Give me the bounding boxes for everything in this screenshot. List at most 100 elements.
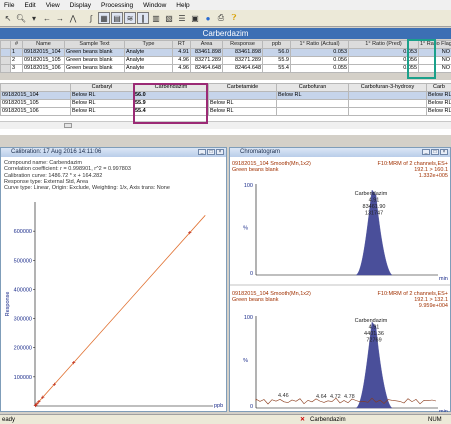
- summary-horizontal-scrollbar[interactable]: [0, 121, 451, 129]
- maximize-icon[interactable]: □: [431, 149, 439, 155]
- peak-label: 4401.36: [364, 331, 384, 337]
- menu-edit[interactable]: Edit: [24, 2, 35, 9]
- cell-type: Analyte: [124, 64, 173, 73]
- cell-index: 3: [10, 64, 23, 73]
- table-row[interactable]: 3 09182015_106 Green beans blank Analyte…: [0, 64, 451, 73]
- table-row[interactable]: 2 09182015_105 Green beans blank Analyte…: [0, 56, 451, 65]
- scrollbar-thumb[interactable]: [64, 123, 72, 128]
- menu-display[interactable]: Display: [70, 2, 91, 9]
- summary-header-carbofuran[interactable]: Carbofuran: [276, 83, 349, 92]
- peak-icon[interactable]: ⋀: [67, 12, 79, 24]
- back-icon[interactable]: ←: [41, 12, 53, 24]
- spectrum-icon[interactable]: ∥: [137, 12, 149, 24]
- close-icon[interactable]: ×: [216, 149, 224, 155]
- summary-row[interactable]: 09182015_104 Below RL 56.0 Below RL Belo…: [0, 91, 451, 100]
- x-axis-unit: ppb: [214, 403, 223, 409]
- column-header-area[interactable]: Area: [190, 40, 223, 49]
- summary-header-carbaryl[interactable]: Carbaryl: [70, 83, 134, 92]
- grid-icon[interactable]: ▦: [98, 12, 110, 24]
- peak-label: 72769: [366, 338, 381, 344]
- y-axis-label: Response: [5, 292, 11, 317]
- peak-label: Carbendazim: [355, 191, 388, 197]
- menu-file[interactable]: File: [4, 2, 14, 9]
- summary-row[interactable]: 09182015_105 Below RL 55.9 Below RL Belo…: [0, 99, 451, 108]
- overlay-icon[interactable]: ▧: [163, 12, 175, 24]
- cell-index: 2: [10, 56, 23, 65]
- close-icon[interactable]: ×: [440, 149, 448, 155]
- summary-cell-sample: 09182015_105: [0, 99, 71, 108]
- maximize-icon[interactable]: □: [207, 149, 215, 155]
- dropdown-icon[interactable]: ▾: [28, 12, 40, 24]
- ratio-flag-highlight: [407, 39, 436, 79]
- row-header[interactable]: [0, 56, 11, 65]
- column-header-ratio-actual[interactable]: 1° Ratio (Actual): [290, 40, 349, 49]
- summary-cell: [208, 91, 277, 100]
- cell-response: 82464.648: [222, 64, 263, 73]
- y-tick-label: 300000: [14, 317, 32, 323]
- column-header-response[interactable]: Response: [222, 40, 263, 49]
- row-header[interactable]: [0, 48, 11, 57]
- chromatogram-icon[interactable]: ≋: [124, 12, 136, 24]
- summary-cell: Below RL: [426, 99, 451, 108]
- calibration-window: Calibration: 17 Aug 2016 14:11:06 _ □ × …: [0, 147, 227, 412]
- status-error-icon: ✕: [300, 417, 306, 423]
- status-num: NUM: [428, 417, 442, 423]
- calibration-title: Calibration: 17 Aug 2016 14:11:06: [11, 149, 102, 155]
- chromatogram-plots[interactable]: 09182015_104 Smooth(Mn,1x2)Green beans b…: [230, 158, 450, 412]
- chromatogram-trace-2: 09182015_104 Smooth(Mn,1x2)Green beans b…: [230, 284, 450, 412]
- menu-help[interactable]: Help: [176, 2, 189, 9]
- select-icon[interactable]: ↖: [2, 12, 14, 24]
- summary-cell: Below RL: [70, 91, 134, 100]
- cell-name: 09182015_106: [22, 64, 65, 73]
- column-header-sample-text[interactable]: Sample Text: [64, 40, 125, 49]
- column-header-type[interactable]: Type: [124, 40, 173, 49]
- chromatogram-title: Chromatogram: [240, 149, 281, 155]
- column-header-rt[interactable]: RT: [172, 40, 191, 49]
- summary-cell: Below RL: [426, 107, 451, 116]
- layout-icon[interactable]: ▤: [111, 12, 123, 24]
- summary-cell: [348, 91, 427, 100]
- trace-channel-info: 1.332e+005: [419, 173, 448, 179]
- chromatogram-window: Chromatogram _ □ × 09182015_104 Smooth(M…: [229, 147, 451, 412]
- cell-ppb: 55.9: [262, 56, 291, 65]
- cell-index: 1: [10, 48, 23, 57]
- trace-sample-text: Green beans blank: [232, 297, 279, 303]
- stack-icon[interactable]: ☰: [176, 12, 188, 24]
- status-text: eady: [2, 417, 16, 423]
- integrate-icon[interactable]: ∫: [85, 12, 97, 24]
- summary-header-sample[interactable]: [0, 83, 71, 92]
- help-icon[interactable]: ❓︎: [228, 12, 240, 24]
- summary-cell-sample: 09182015_104: [0, 91, 71, 100]
- minimize-icon[interactable]: _: [422, 149, 430, 155]
- cell-name: 09182015_105: [22, 56, 65, 65]
- summary-header-carbetamide[interactable]: Carbetamide: [208, 83, 277, 92]
- color-icon[interactable]: ●: [202, 12, 214, 24]
- minimize-icon[interactable]: _: [198, 149, 206, 155]
- column-header-ppb[interactable]: ppb: [262, 40, 291, 49]
- menu-window[interactable]: Window: [143, 2, 166, 9]
- cell-sample-text: Green beans blank: [64, 64, 125, 73]
- window-icon[interactable]: ▣: [189, 12, 201, 24]
- summary-header-carb[interactable]: Carb: [426, 83, 451, 92]
- print-icon[interactable]: ⎙: [215, 12, 227, 24]
- menu-view[interactable]: View: [46, 2, 60, 9]
- summary-cell: [276, 99, 349, 108]
- cell-ratio-actual: 0.055: [290, 64, 349, 73]
- calibration-plot[interactable]: 100000 200000 300000 400000 500000 600000 Resp…: [1, 157, 226, 412]
- menu-processing[interactable]: Processing: [101, 2, 133, 9]
- status-compound: Carbendazim: [310, 417, 346, 423]
- column-header-name[interactable]: Name: [22, 40, 65, 49]
- y-tick-label: 400000: [14, 287, 32, 293]
- column-header-index[interactable]: #: [10, 40, 23, 49]
- zoom-icon[interactable]: 🔍︎: [15, 12, 27, 24]
- carbendazim-column-highlight: [133, 83, 208, 124]
- summary-row[interactable]: 09182015_106 Below RL 55.4 Below RL Belo…: [0, 107, 451, 116]
- table-row[interactable]: 1 09182015_104 Green beans blank Analyte…: [0, 48, 451, 57]
- forward-icon[interactable]: →: [54, 12, 66, 24]
- summary-header-carbofuran-3-hydroxy[interactable]: Carbofuran-3-hydroxy: [348, 83, 427, 92]
- toolbar-separator: [80, 12, 84, 24]
- table-icon[interactable]: ▥: [150, 12, 162, 24]
- trace-channel-info: 9.959e+004: [419, 303, 448, 309]
- trace-x-unit: min: [439, 276, 448, 282]
- row-header[interactable]: [0, 64, 11, 73]
